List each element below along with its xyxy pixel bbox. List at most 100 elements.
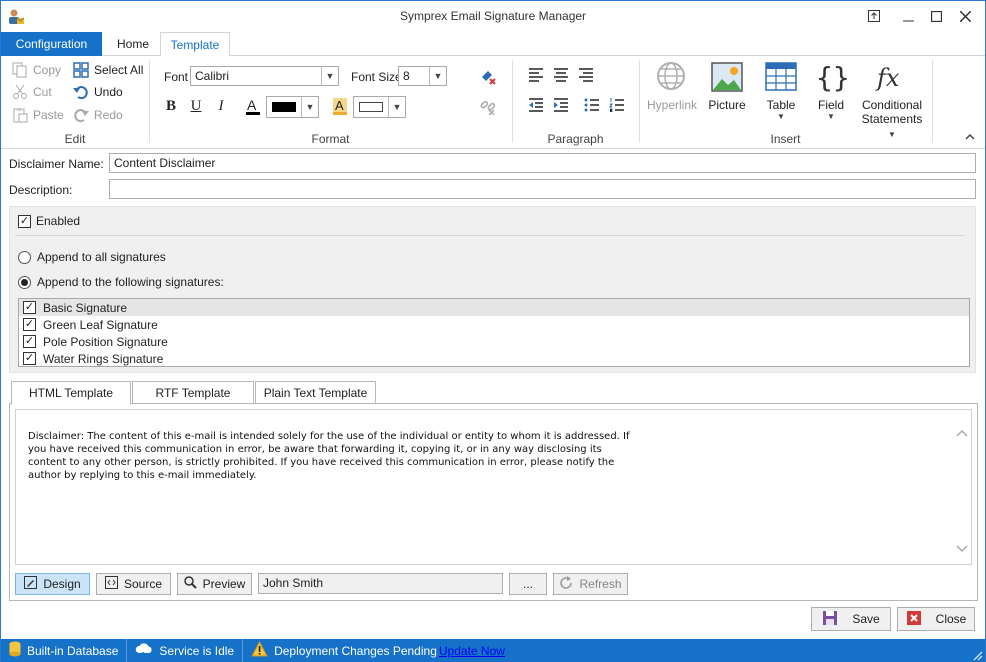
field-button[interactable]: {} Field ▼ — [811, 60, 851, 121]
magnifier-icon — [183, 576, 197, 592]
signature-list-item[interactable]: ✓ Green Leaf Signature — [19, 316, 969, 333]
clipboard-icon — [12, 107, 28, 123]
underline-button[interactable]: U — [187, 98, 205, 115]
redo-button[interactable]: Redo — [73, 106, 123, 124]
tab-plain-text-template[interactable]: Plain Text Template — [255, 381, 376, 404]
picture-button[interactable]: Picture — [704, 60, 750, 112]
highlight-color-icon[interactable]: A — [331, 97, 349, 117]
highlight-color-select[interactable]: ▼ — [353, 96, 406, 118]
undo-button[interactable]: Undo — [73, 83, 123, 101]
description-input[interactable] — [109, 179, 976, 199]
close-window-button[interactable] — [951, 5, 979, 27]
source-icon — [104, 576, 118, 592]
insert-group-label: Insert — [770, 132, 801, 146]
font-size-select[interactable]: 8 ▼ — [398, 66, 447, 86]
table-icon — [764, 60, 798, 94]
minimize-button[interactable] — [894, 5, 922, 27]
window-title: Symprex Email Signature Manager — [399, 9, 587, 23]
copy-button[interactable]: Copy — [12, 61, 61, 79]
scroll-up-icon[interactable] — [956, 426, 968, 440]
refresh-button[interactable]: Refresh — [553, 573, 628, 595]
signature-list-item[interactable]: ✓ Pole Position Signature — [19, 333, 969, 350]
hyperlink-button[interactable]: Hyperlink — [646, 60, 698, 112]
close-button[interactable]: Close — [897, 607, 975, 631]
status-deployment: Deployment Changes Pending Update Now — [243, 639, 513, 662]
increase-indent-icon[interactable] — [553, 98, 569, 115]
align-center-icon[interactable] — [553, 68, 569, 85]
svg-text:fx: fx — [875, 64, 900, 92]
preview-user-input[interactable]: John Smith — [258, 573, 503, 594]
maximize-button[interactable] — [922, 5, 950, 27]
app-window: Symprex Email Signature Manager Configur… — [0, 0, 986, 662]
update-now-link[interactable]: Update Now — [439, 644, 505, 658]
align-left-icon[interactable] — [528, 68, 544, 85]
collapse-ribbon-icon[interactable] — [965, 130, 975, 144]
browse-user-button[interactable]: ... — [509, 573, 547, 595]
italic-button[interactable]: I — [212, 98, 230, 115]
chevron-down-icon: ▼ — [388, 97, 405, 117]
check-icon[interactable]: ✓ — [23, 301, 36, 314]
group-separator — [932, 60, 933, 142]
select-all-icon — [73, 62, 89, 78]
bold-button[interactable]: B — [162, 98, 180, 115]
font-color-icon[interactable]: A — [244, 97, 262, 117]
check-icon[interactable]: ✓ — [23, 335, 36, 348]
check-icon[interactable]: ✓ — [23, 352, 36, 365]
tab-configuration[interactable]: Configuration — [1, 32, 102, 56]
svg-text:z: z — [141, 650, 145, 657]
disclaimer-name-input[interactable]: Content Disclaimer — [109, 153, 976, 173]
ribbon-tab-row: Configuration Home Template — [1, 32, 985, 57]
check-icon[interactable]: ✓ — [23, 318, 36, 331]
decrease-indent-icon[interactable] — [528, 98, 544, 115]
cut-button[interactable]: Cut — [12, 83, 52, 101]
source-button[interactable]: Source — [96, 573, 171, 595]
close-icon — [906, 610, 922, 629]
save-button[interactable]: Save — [811, 607, 891, 631]
refresh-icon — [559, 575, 573, 593]
globe-link-icon — [655, 60, 689, 94]
group-separator — [149, 60, 150, 142]
restore-layout-button[interactable] — [860, 5, 888, 27]
description-label: Description: — [9, 183, 73, 197]
scroll-down-icon[interactable] — [956, 542, 968, 556]
font-color-select[interactable]: ▼ — [266, 96, 319, 118]
align-right-icon[interactable] — [578, 68, 594, 85]
font-family-select[interactable]: Calibri ▼ — [190, 66, 339, 86]
editor-content: Disclaimer: The content of this e-mail i… — [28, 431, 630, 481]
template-editor[interactable]: Disclaimer: The content of this e-mail i… — [15, 409, 972, 565]
tab-rtf-template[interactable]: RTF Template — [132, 381, 254, 404]
tab-html-template[interactable]: HTML Template — [11, 381, 131, 405]
warning-icon — [251, 640, 268, 660]
preview-button[interactable]: Preview — [177, 573, 252, 595]
design-icon — [24, 576, 38, 592]
scissors-icon — [12, 84, 28, 100]
ribbon: Copy Cut Paste Select All Undo Redo Edit… — [1, 56, 985, 149]
paste-button[interactable]: Paste — [12, 106, 64, 124]
conditional-statements-button[interactable]: fx Conditional Statements ▼ — [857, 60, 927, 140]
copy-icon — [12, 62, 28, 78]
design-button[interactable]: Design — [15, 573, 90, 595]
select-all-button[interactable]: Select All — [73, 61, 143, 79]
clear-format-icon[interactable] — [479, 68, 497, 86]
font-label: Font — [164, 70, 189, 84]
append-all-radio[interactable]: Append to all signatures — [18, 250, 166, 264]
enabled-checkbox[interactable]: ✓ Enabled — [18, 214, 80, 228]
numbered-list-icon[interactable] — [609, 98, 625, 115]
signature-list-item[interactable]: ✓ Basic Signature — [19, 299, 969, 316]
tab-template[interactable]: Template — [160, 32, 230, 57]
table-button[interactable]: Table ▼ — [759, 60, 803, 121]
chevron-down-icon: ▼ — [429, 67, 446, 85]
cloud-sleep-icon: z — [135, 641, 153, 660]
unlink-icon[interactable] — [479, 97, 497, 116]
bullet-list-icon[interactable] — [584, 98, 600, 115]
resize-grip-icon[interactable] — [971, 649, 983, 662]
append-following-radio[interactable]: Append to the following signatures: — [18, 275, 224, 289]
title-bar: Symprex Email Signature Manager — [1, 1, 985, 32]
tab-home[interactable]: Home — [107, 32, 159, 56]
options-panel: ✓ Enabled Append to all signatures Appen… — [9, 206, 976, 373]
function-icon: fx — [875, 60, 909, 94]
status-bar: Built-in Database z Service is Idle Depl… — [1, 639, 985, 662]
signature-list-item[interactable]: ✓ Water Rings Signature — [19, 350, 969, 367]
signature-list: ✓ Basic Signature ✓ Green Leaf Signature… — [18, 298, 970, 367]
svg-text:A: A — [247, 97, 257, 113]
